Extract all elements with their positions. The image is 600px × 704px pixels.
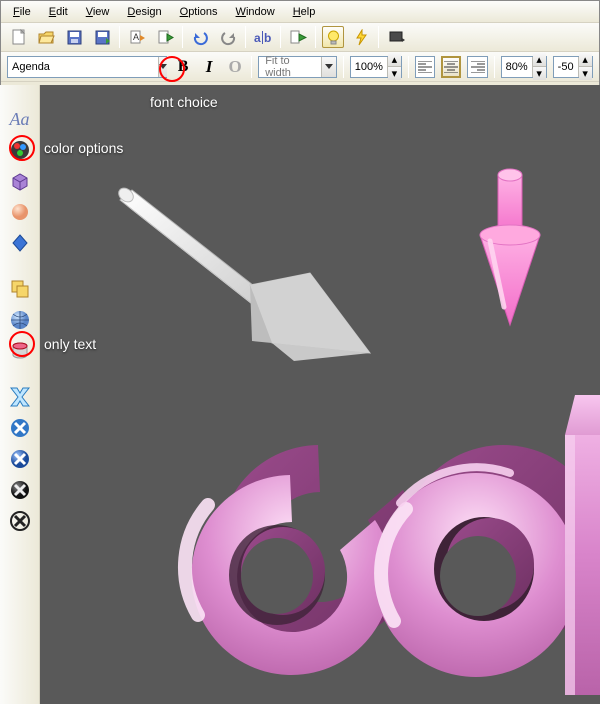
workspace: Aa xyxy=(0,85,600,704)
outline-button[interactable]: O xyxy=(225,56,245,78)
x-dark-button[interactable] xyxy=(6,476,34,504)
globe-icon xyxy=(9,309,31,331)
x-circle-button[interactable] xyxy=(6,414,34,442)
viewmode-button[interactable] xyxy=(385,26,407,48)
fit-combo[interactable]: Fit to width xyxy=(258,56,337,78)
diamond-button[interactable] xyxy=(6,229,34,257)
x-ring-icon xyxy=(9,510,31,532)
svg-text:A: A xyxy=(133,32,139,42)
toolbar-font: B I O Fit to width 100% ▴▾ 80% ▴▾ -50 ▴▾ xyxy=(1,52,599,82)
font-dropdown-button[interactable] xyxy=(158,57,167,77)
save-button[interactable] xyxy=(63,26,85,48)
align-left-button[interactable] xyxy=(415,56,435,78)
bold-button[interactable]: B xyxy=(173,56,193,78)
zoom-secondary-spinner[interactable]: 80% ▴▾ xyxy=(501,56,547,78)
letter-next xyxy=(565,395,600,695)
menu-edit[interactable]: EditEdit xyxy=(41,4,76,20)
color-options-button[interactable] xyxy=(6,136,34,164)
union-button[interactable] xyxy=(6,275,34,303)
toolbar-main: A ab xyxy=(1,23,599,52)
cube-icon xyxy=(9,170,31,192)
sidebar-title: Aa xyxy=(10,105,30,133)
kerning-spinner-buttons[interactable]: ▴▾ xyxy=(578,57,592,77)
x-ring-button[interactable] xyxy=(6,507,34,535)
sidebar: Aa xyxy=(0,85,40,704)
open-button[interactable] xyxy=(35,26,57,48)
zoom-primary-spinner-buttons[interactable]: ▴▾ xyxy=(387,57,401,77)
x-outline-icon xyxy=(8,385,32,409)
kerning-spinner[interactable]: -50 ▴▾ xyxy=(553,56,593,78)
export-button[interactable] xyxy=(91,26,113,48)
new-button[interactable] xyxy=(7,26,29,48)
font-combo[interactable] xyxy=(7,56,167,78)
menu-file[interactable]: FFileile xyxy=(5,4,39,20)
align-center-button[interactable] xyxy=(441,56,461,78)
run-button[interactable] xyxy=(154,26,176,48)
zoom-primary-value: 100% xyxy=(351,61,387,73)
menu-window[interactable]: WindowWindow xyxy=(228,4,283,20)
x-sphere-icon xyxy=(9,448,31,470)
light-toggle[interactable] xyxy=(322,26,344,48)
white-arrow xyxy=(116,185,370,361)
bevel-button[interactable] xyxy=(6,167,34,195)
diamond-icon xyxy=(9,232,31,254)
cylinder-button[interactable] xyxy=(6,337,34,365)
sphere-button[interactable] xyxy=(6,198,34,226)
chevron-down-icon xyxy=(159,64,167,70)
menubar: FFileile EditEdit ViewView DesignDesign … xyxy=(1,1,599,23)
cylinder-icon xyxy=(9,340,31,362)
sphere-icon xyxy=(9,201,31,223)
x-sphere-button[interactable] xyxy=(6,445,34,473)
zoom-secondary-value: 80% xyxy=(502,61,532,73)
union-icon xyxy=(9,278,31,300)
align-right-button[interactable] xyxy=(467,56,487,78)
font-input[interactable] xyxy=(8,57,158,77)
italic-button[interactable]: I xyxy=(199,56,219,78)
fit-dropdown-button[interactable] xyxy=(321,57,336,77)
menu-options[interactable]: OptionsOptions xyxy=(172,4,226,20)
svg-text:b: b xyxy=(264,31,271,45)
pink-arrow xyxy=(480,169,540,325)
x-dark-sphere-icon xyxy=(9,479,31,501)
redo-button[interactable] xyxy=(217,26,239,48)
globe-button[interactable] xyxy=(6,306,34,334)
kerning-value: -50 xyxy=(554,61,578,73)
selecttext-button[interactable]: ab xyxy=(252,26,274,48)
fit-label: Fit to width xyxy=(259,55,321,79)
chevron-down-icon xyxy=(325,64,333,70)
undo-button[interactable] xyxy=(189,26,211,48)
menu-design[interactable]: DesignDesign xyxy=(119,4,169,20)
canvas[interactable] xyxy=(40,85,600,704)
x-circle-icon xyxy=(9,417,31,439)
lightning-button[interactable] xyxy=(350,26,372,48)
align-right-icon xyxy=(471,61,485,73)
menu-view[interactable]: ViewView xyxy=(78,4,118,20)
addtext-button[interactable]: A xyxy=(126,26,148,48)
playall-button[interactable] xyxy=(287,26,309,48)
menu-help[interactable]: HelpHelp xyxy=(285,4,324,20)
align-center-icon xyxy=(444,61,458,73)
palette-icon xyxy=(9,139,31,161)
zoom-primary-spinner[interactable]: 100% ▴▾ xyxy=(350,56,402,78)
align-left-icon xyxy=(418,61,432,73)
zoom-secondary-spinner-buttons[interactable]: ▴▾ xyxy=(532,57,546,77)
only-text-button[interactable] xyxy=(6,383,34,411)
svg-text:a: a xyxy=(254,31,261,45)
